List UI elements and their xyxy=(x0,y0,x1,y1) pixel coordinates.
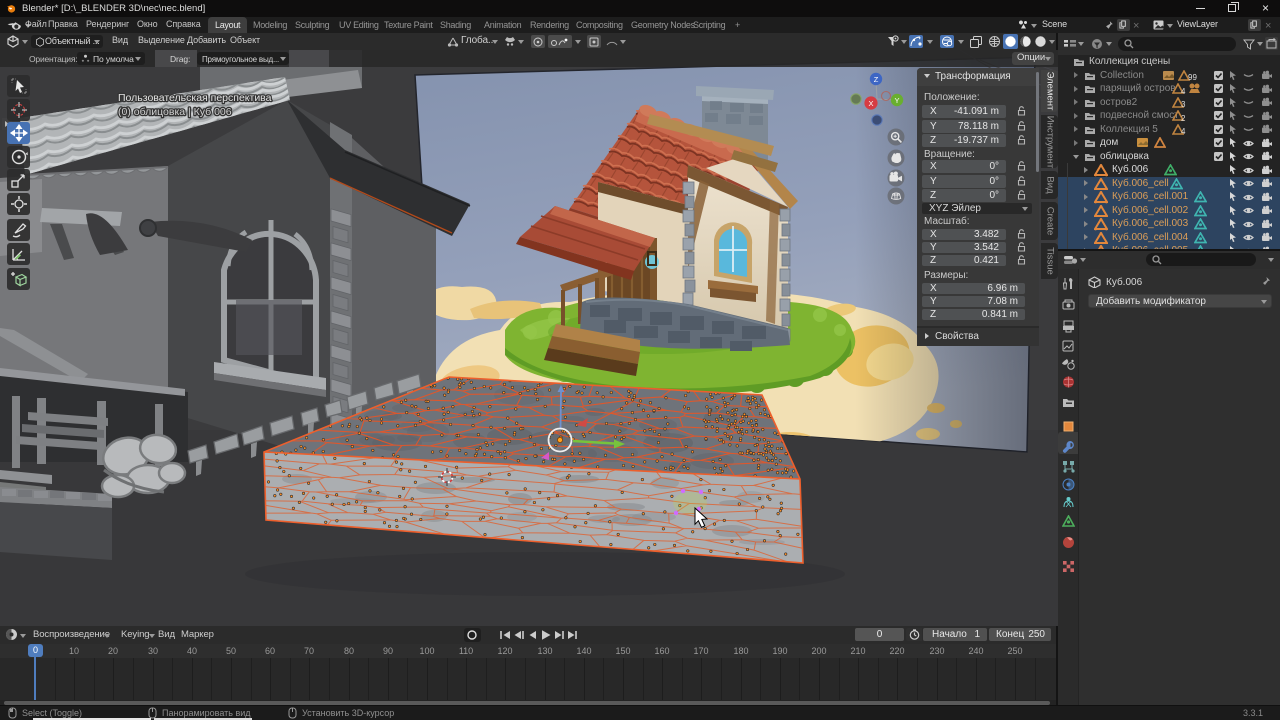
svg-text:(0) облицовка | Куб 006: (0) облицовка | Куб 006 xyxy=(118,106,232,118)
svg-text:Y: Y xyxy=(894,96,899,105)
svg-text:Пользовательская перспектива: Пользовательская перспектива xyxy=(118,92,272,104)
svg-text:Z: Z xyxy=(874,75,879,84)
svg-text:X: X xyxy=(868,99,873,108)
